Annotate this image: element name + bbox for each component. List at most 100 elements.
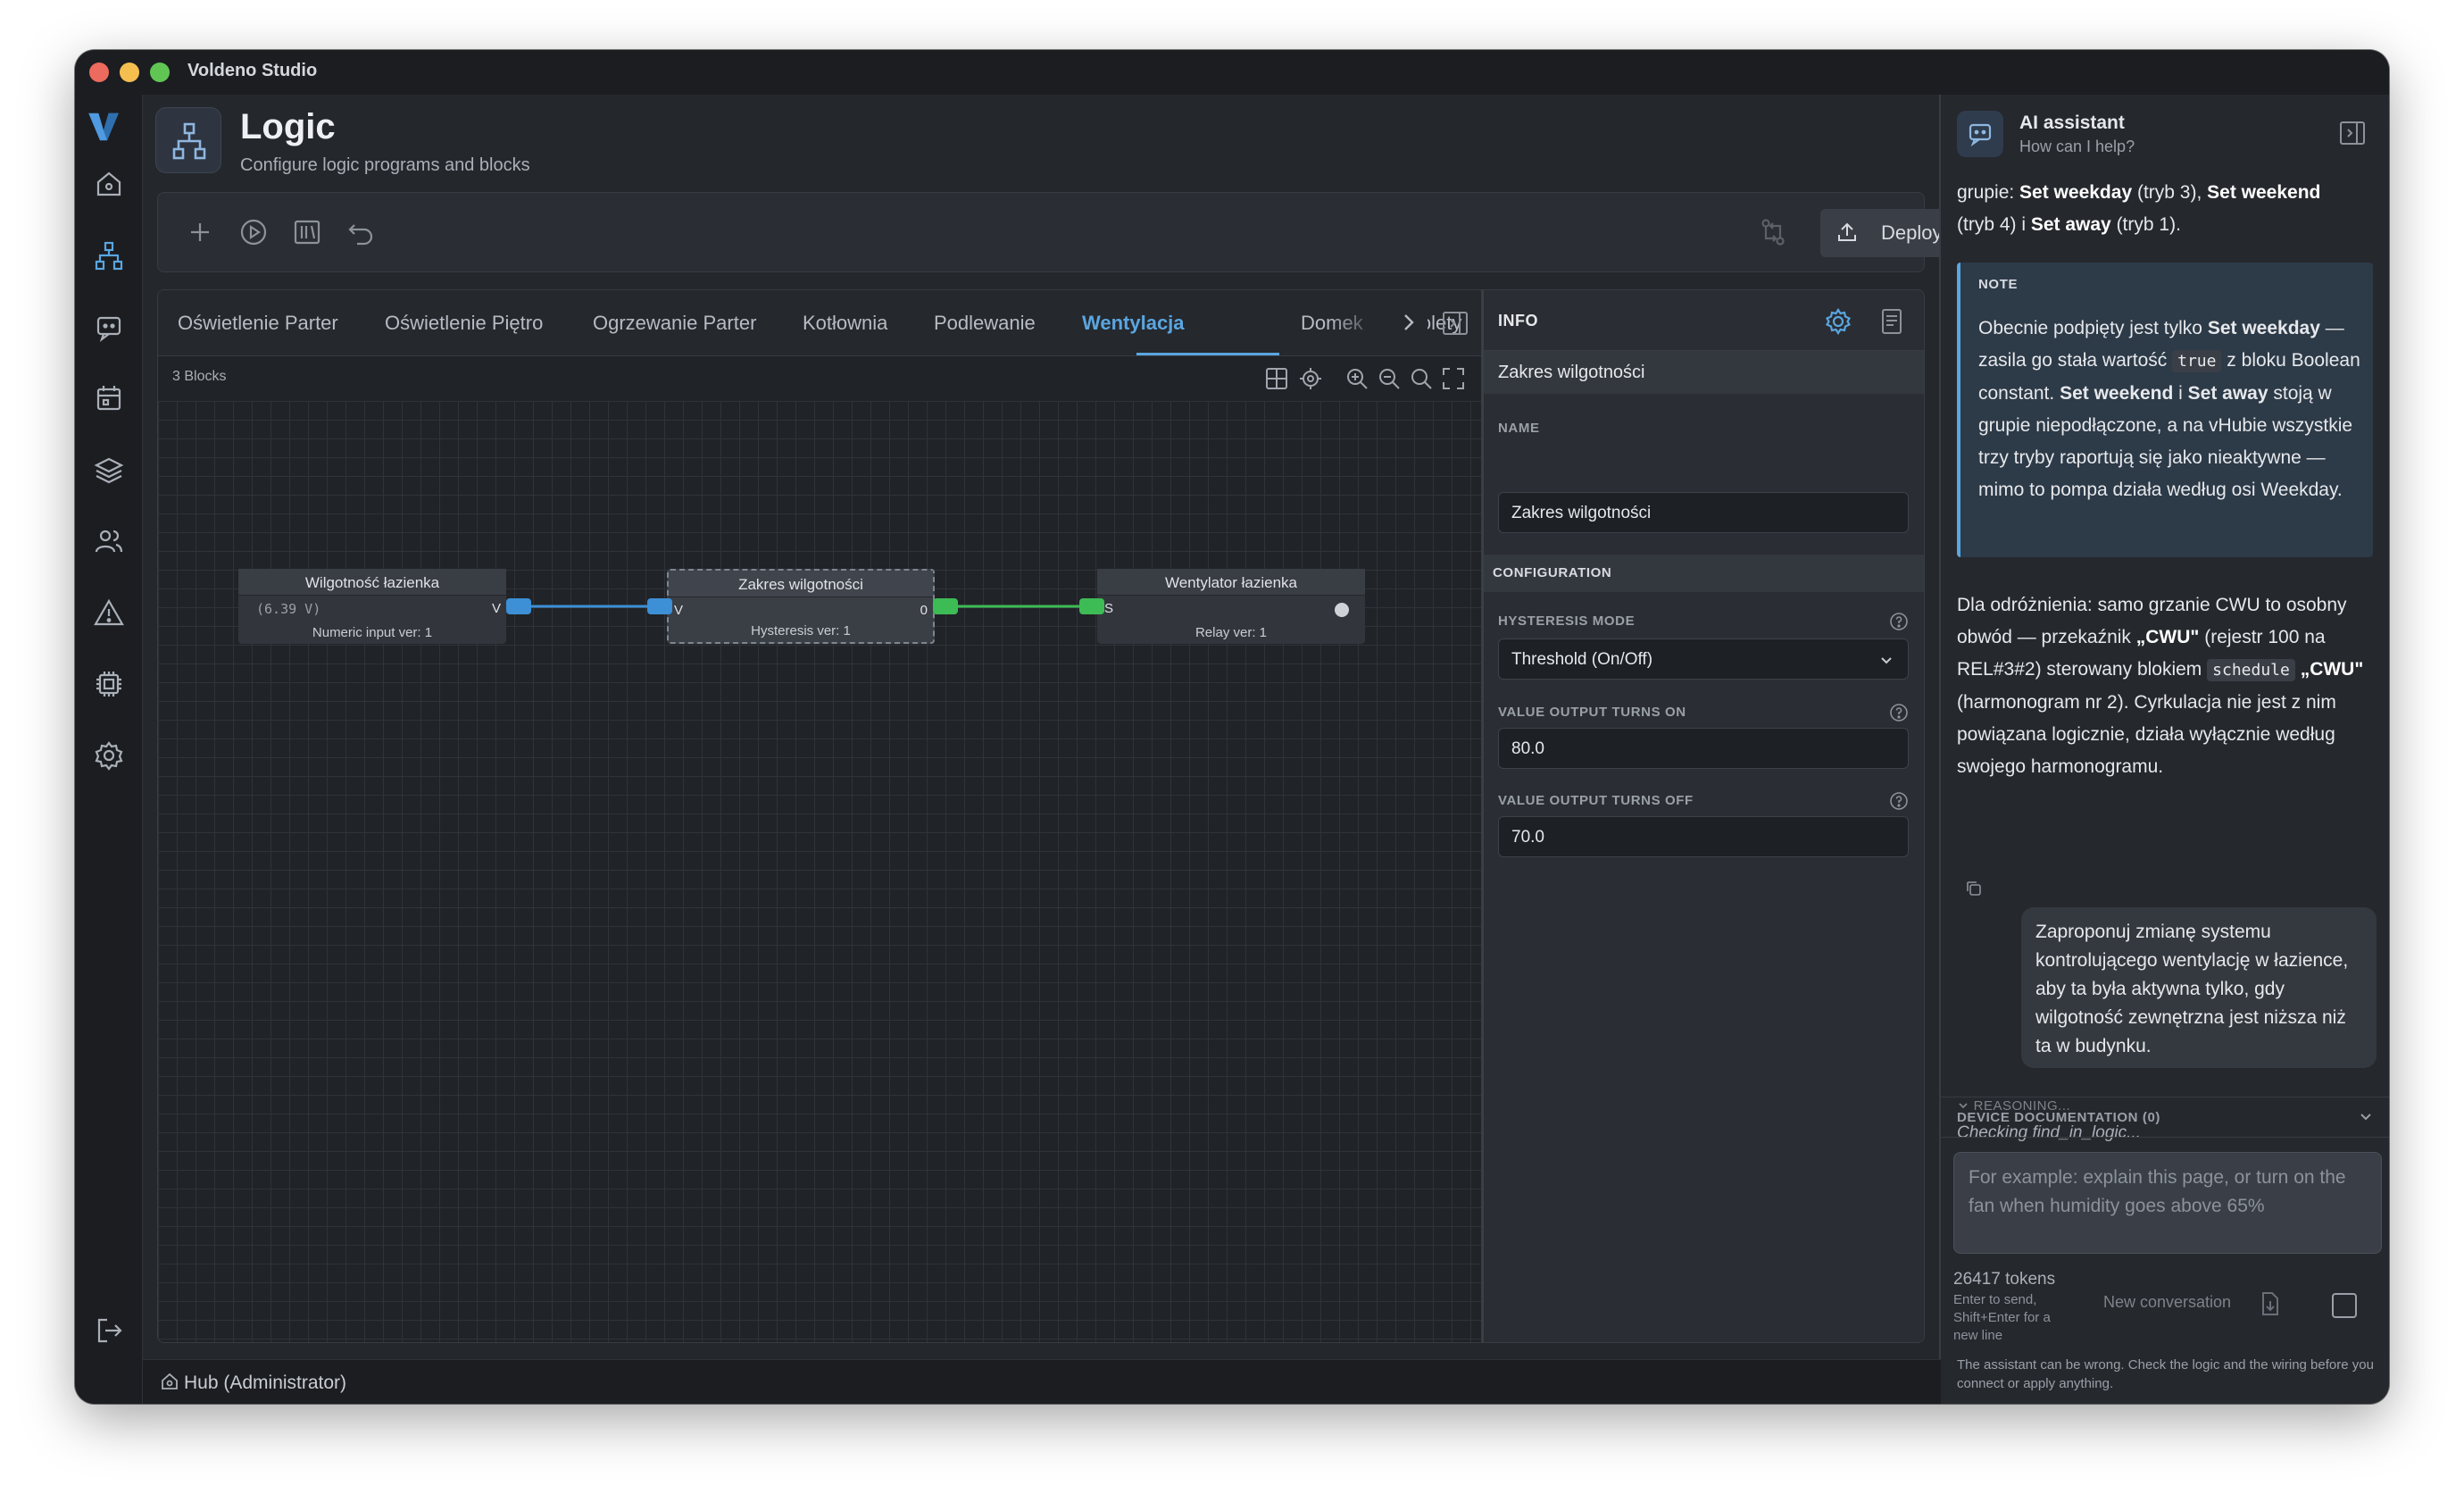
turns-on-label: VALUE OUTPUT TURNS ON — [1498, 705, 1686, 720]
chevron-down-icon — [2360, 1114, 2371, 1121]
block-count: 3 Blocks — [172, 369, 227, 384]
logic-canvas[interactable]: Wilgotność łazienka (6.39 V) V Numeric i… — [158, 401, 1481, 1342]
turns-off-value: 70.0 — [1511, 828, 1544, 847]
device-documentation-label: DEVICE DOCUMENTATION (0) — [1957, 1110, 2161, 1125]
title-bar: Voldeno Studio — [75, 50, 2389, 95]
home-icon[interactable] — [91, 166, 127, 202]
calendar-icon[interactable] — [91, 380, 127, 416]
input-port-label: S — [1104, 601, 1114, 616]
block-wilgotnosc-lazienka[interactable]: Wilgotność łazienka (6.39 V) V Numeric i… — [238, 569, 506, 644]
info-header: INFO — [1484, 290, 1924, 351]
users-icon[interactable] — [91, 523, 127, 559]
turns-on-input[interactable]: 80.0 — [1498, 728, 1909, 769]
minimize-window-button[interactable] — [120, 63, 139, 82]
assistant-subtitle: How can I help? — [2019, 138, 2135, 155]
page-title: Logic — [240, 107, 336, 146]
block-value: (6.39 V) — [256, 601, 321, 617]
disclaimer: The assistant can be wrong. Check the lo… — [1957, 1357, 2374, 1391]
name-label: NAME — [1498, 421, 1540, 436]
configuration-header: CONFIGURATION — [1484, 555, 1924, 592]
nav-rail — [75, 95, 143, 1404]
copy-icon[interactable] — [1964, 879, 1984, 898]
tab-ogrzewanie-parter[interactable]: Ogrzewanie Parter — [593, 312, 756, 335]
hysteresis-mode-value: Threshold (On/Off) — [1511, 650, 1653, 669]
tab-oswietlenie-pietro[interactable]: Oświetlenie Piętro — [385, 312, 543, 335]
input-port[interactable] — [647, 598, 672, 614]
tab-kotlownia[interactable]: Kotłownia — [803, 312, 887, 335]
send-hint: Enter to send, Shift+Enter for a new lin… — [1953, 1292, 2051, 1343]
chat-input[interactable]: For example: explain this page, or turn … — [1953, 1152, 2382, 1254]
ai-assistant-panel: AI assistant How can I help? grupie: Set… — [1939, 95, 2389, 1404]
turns-off-input[interactable]: 70.0 — [1498, 816, 1909, 857]
export-icon[interactable] — [2255, 1289, 2284, 1318]
hub-status[interactable]: Hub (Administrator) — [184, 1373, 346, 1394]
help-icon[interactable] — [1889, 791, 1909, 811]
hysteresis-mode-select[interactable]: Threshold (On/Off) — [1498, 638, 1909, 680]
deploy-label: Deploy — [1881, 221, 1943, 244]
block-title: Wentylator łazienka — [1097, 569, 1365, 596]
output-port[interactable] — [506, 598, 531, 614]
app-logo-icon — [86, 109, 130, 154]
undo-button[interactable] — [342, 213, 379, 251]
zoom-in-icon[interactable] — [1344, 365, 1370, 392]
block-zakres-wilgotnosci[interactable]: Zakres wilgotności V 0 Hysteresis ver: 1 — [667, 569, 935, 644]
assistant-message: Dla odróżnienia: samo grzanie CWU to oso… — [1957, 595, 2364, 777]
add-block-button[interactable] — [181, 213, 219, 251]
block-title: Zakres wilgotności — [669, 571, 933, 597]
device-documentation-toggle[interactable]: DEVICE DOCUMENTATION (0) — [1941, 1097, 2389, 1138]
new-conversation-button[interactable]: New conversation — [2103, 1293, 2231, 1312]
block-wentylator-lazienka[interactable]: Wentylator łazienka S Relay ver: 1 — [1097, 569, 1365, 644]
library-button[interactable] — [288, 213, 326, 251]
configuration-label: CONFIGURATION — [1493, 565, 1612, 580]
user-message-text: Zaproponuj zmianę systemu kontrolującego… — [2035, 922, 2349, 1056]
zoom-window-button[interactable] — [150, 63, 170, 82]
name-field[interactable]: Zakres wilgotności — [1498, 492, 1909, 533]
upload-icon — [1838, 222, 1856, 241]
output-port-label: 0 — [920, 603, 928, 618]
input-port-label: V — [674, 603, 684, 618]
output-port-label: V — [491, 601, 501, 616]
collapse-panel-icon[interactable] — [2337, 118, 2368, 148]
help-icon[interactable] — [1889, 703, 1909, 722]
block-type: Relay ver: 1 — [1195, 625, 1268, 640]
note-text: Obecnie podpięty jest tylko Set weekday … — [1978, 318, 2360, 500]
logout-icon[interactable] — [91, 1313, 127, 1348]
user-message: Zaproponuj zmianę systemu kontrolującego… — [2021, 907, 2377, 1068]
canvas-toolbar: 3 Blocks — [158, 356, 1481, 401]
run-button[interactable] — [235, 213, 272, 251]
chevron-right-icon[interactable] — [1393, 306, 1425, 338]
send-checkbox[interactable] — [2332, 1293, 2357, 1318]
document-icon[interactable] — [1877, 306, 1907, 337]
help-icon[interactable] — [1889, 612, 1909, 631]
output-indicator — [1335, 603, 1349, 617]
chevron-down-icon — [1881, 657, 1892, 664]
zoom-reset-icon[interactable] — [1408, 365, 1435, 392]
locate-icon[interactable] — [1297, 365, 1324, 392]
settings-icon[interactable] — [91, 738, 127, 773]
token-count: 26417 tokens — [1953, 1270, 2056, 1289]
gear-icon[interactable] — [1823, 306, 1853, 337]
compare-button[interactable] — [1754, 213, 1792, 251]
logic-nav-icon[interactable] — [91, 238, 127, 273]
warning-icon[interactable] — [91, 595, 127, 630]
note-label: NOTE — [1978, 277, 2019, 292]
name-value: Zakres wilgotności — [1511, 504, 1652, 522]
layers-icon[interactable] — [91, 452, 127, 488]
zoom-out-icon[interactable] — [1376, 365, 1403, 392]
panel-toggle-icon[interactable] — [1440, 308, 1470, 338]
fullscreen-icon[interactable] — [1440, 365, 1467, 392]
chat-thread: grupie: Set weekday (tryb 3), Set weeken… — [1941, 175, 2389, 1148]
chip-icon[interactable] — [91, 666, 127, 702]
app-window: Voldeno Studio Logic Configure logic pro… — [75, 50, 2389, 1404]
tab-podlewanie[interactable]: Podlewanie — [934, 312, 1036, 335]
input-port[interactable] — [1079, 598, 1104, 614]
logic-editor: Oświetlenie Parter Oświetlenie Piętro Og… — [157, 289, 1482, 1343]
tab-oswietlenie-parter[interactable]: Oświetlenie Parter — [178, 312, 338, 335]
add-frame-icon[interactable] — [1263, 365, 1290, 392]
tab-wentylacja[interactable]: Wentylacja — [1082, 312, 1185, 335]
output-port[interactable] — [933, 598, 958, 614]
close-window-button[interactable] — [89, 63, 109, 82]
turns-on-value: 80.0 — [1511, 739, 1544, 758]
chat-bot-icon[interactable] — [91, 309, 127, 345]
turns-off-label: VALUE OUTPUT TURNS OFF — [1498, 793, 1694, 808]
